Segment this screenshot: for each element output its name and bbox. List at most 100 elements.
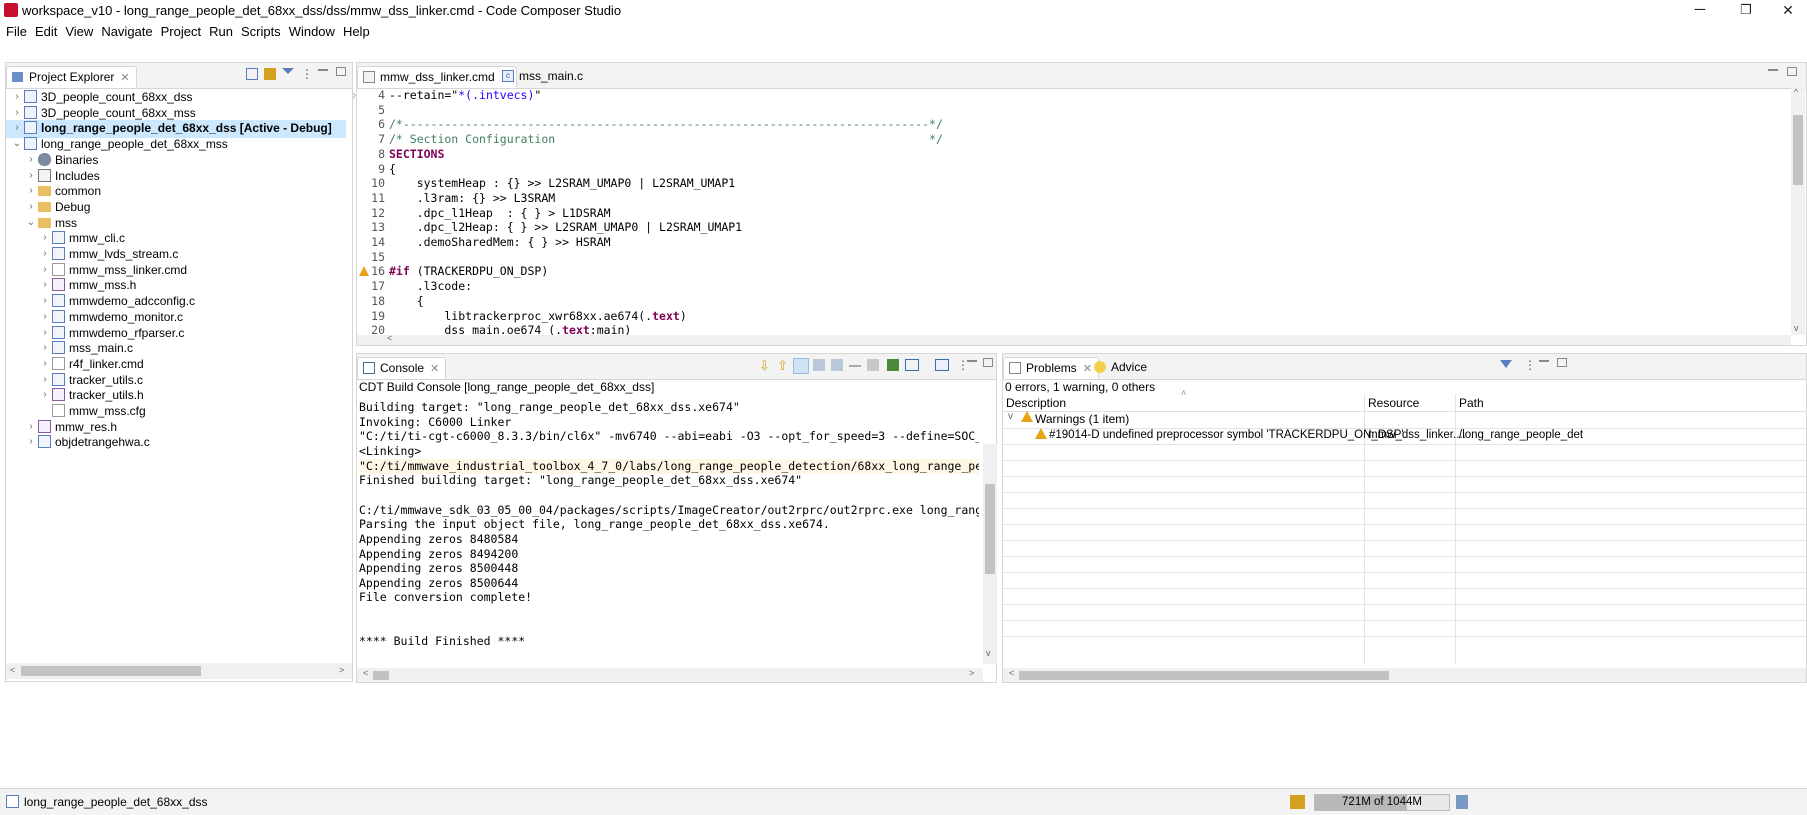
scroll-right-icon[interactable]: > bbox=[969, 668, 974, 678]
minimize-button[interactable]: ─ bbox=[1677, 0, 1723, 22]
open-console-icon[interactable] bbox=[935, 359, 949, 371]
tab-project-explorer[interactable]: Project Explorer ✕ bbox=[6, 66, 137, 88]
code-line[interactable]: 19 libtrackerproc_xwr68xx.ae674(.text) bbox=[357, 309, 687, 324]
tab-problems[interactable]: Problems ✕ bbox=[1003, 357, 1099, 379]
chevron-right-icon[interactable]: › bbox=[40, 340, 50, 356]
code-line[interactable]: 14 .demoSharedMem: { } >> HSRAM bbox=[357, 235, 610, 250]
chevron-right-icon[interactable]: › bbox=[40, 262, 50, 278]
new-console-icon[interactable] bbox=[887, 359, 899, 371]
chevron-right-icon[interactable]: › bbox=[26, 183, 36, 199]
link-editor-icon[interactable] bbox=[264, 68, 276, 80]
collapse-all-icon[interactable] bbox=[246, 68, 258, 80]
code-line[interactable]: 4 --retain="*(.intvecs)" bbox=[357, 88, 541, 103]
scroll-down-icon[interactable]: v bbox=[986, 648, 991, 658]
menu-scripts[interactable]: Scripts bbox=[237, 22, 285, 41]
scrollbar-thumb[interactable] bbox=[1019, 671, 1389, 680]
menu-navigate[interactable]: Navigate bbox=[97, 22, 156, 41]
close-icon[interactable]: ✕ bbox=[430, 362, 439, 375]
scrollbar-thumb[interactable] bbox=[985, 484, 995, 574]
chevron-down-icon[interactable]: ⌄ bbox=[26, 215, 36, 231]
menu-window[interactable]: Window bbox=[285, 22, 339, 41]
minimize-view-icon[interactable] bbox=[1539, 360, 1549, 362]
code-line[interactable]: 11 .l3ram: {} >> L3SRAM bbox=[357, 191, 555, 206]
code-line[interactable]: 9{ bbox=[357, 162, 396, 177]
code-line[interactable]: 6 /*-------------------------------------… bbox=[357, 117, 943, 132]
heap-status[interactable]: 721M of 1044M bbox=[1314, 794, 1450, 811]
scroll-up-icon[interactable]: ^ bbox=[1794, 87, 1798, 97]
scroll-right-icon[interactable]: > bbox=[339, 665, 344, 675]
code-line[interactable]: 16 #if (TRACKERDPU_ON_DSP) bbox=[357, 264, 548, 279]
console-horizontal-scrollbar[interactable]: < > bbox=[357, 668, 983, 682]
tab-mmw-dss-linker[interactable]: mmw_dss_linker.cmd✕ bbox=[357, 66, 517, 88]
next-problem-icon[interactable]: ⇩ bbox=[759, 358, 770, 374]
chevron-right-icon[interactable]: › bbox=[40, 293, 50, 309]
editor-horizontal-scrollbar[interactable]: < bbox=[357, 333, 1791, 345]
warning-icon[interactable] bbox=[359, 266, 369, 277]
chevron-right-icon[interactable]: › bbox=[40, 325, 50, 341]
close-icon[interactable]: ✕ bbox=[120, 71, 129, 84]
clear-console-icon[interactable] bbox=[867, 359, 879, 371]
tab-mss-main[interactable]: c mss_main.c bbox=[497, 66, 589, 88]
close-button[interactable]: ✕ bbox=[1765, 0, 1807, 22]
minimize-view-icon[interactable] bbox=[318, 69, 328, 71]
tab-advice[interactable]: Advice bbox=[1089, 357, 1153, 379]
chevron-right-icon[interactable]: › bbox=[12, 89, 22, 105]
chevron-right-icon[interactable]: › bbox=[40, 356, 50, 372]
server-icon[interactable] bbox=[1290, 795, 1305, 809]
view-menu-icon[interactable]: ⋮ bbox=[1524, 358, 1536, 372]
word-wrap-icon[interactable] bbox=[849, 359, 861, 367]
tree-item[interactable]: › objdetrangehwa.c bbox=[6, 434, 346, 452]
warnings-group[interactable]: Warnings (1 item) bbox=[1035, 412, 1129, 426]
menu-file[interactable]: File bbox=[0, 22, 31, 41]
scroll-down-icon[interactable]: v bbox=[1794, 323, 1799, 333]
scroll-left-icon[interactable]: < bbox=[387, 333, 392, 343]
menu-help[interactable]: Help bbox=[339, 22, 374, 41]
garbage-collect-icon[interactable] bbox=[1456, 795, 1468, 809]
chevron-down-icon[interactable]: ⌄ bbox=[12, 136, 22, 152]
code-line[interactable]: 18 { bbox=[357, 294, 423, 309]
code-line[interactable]: 17 .l3code: bbox=[357, 279, 472, 294]
chevron-right-icon[interactable]: › bbox=[26, 199, 36, 215]
menu-project[interactable]: Project bbox=[157, 22, 205, 41]
chevron-right-icon[interactable]: › bbox=[40, 387, 50, 403]
chevron-right-icon[interactable]: › bbox=[40, 372, 50, 388]
chevron-right-icon[interactable]: › bbox=[40, 246, 50, 262]
code-line[interactable]: 5 bbox=[357, 103, 389, 118]
editor-vertical-scrollbar[interactable]: ^ v bbox=[1791, 87, 1805, 335]
scroll-left-icon[interactable]: < bbox=[1009, 668, 1014, 678]
scroll-lock-icon[interactable] bbox=[793, 358, 809, 374]
problem-resource[interactable]: mmw_dss_linker.... bbox=[1368, 429, 1466, 441]
chevron-right-icon[interactable]: › bbox=[40, 230, 50, 246]
expand-icon[interactable]: v bbox=[1008, 411, 1013, 422]
scrollbar-thumb[interactable] bbox=[1793, 115, 1803, 185]
chevron-right-icon[interactable]: › bbox=[26, 152, 36, 168]
scrollbar-thumb[interactable] bbox=[373, 671, 389, 680]
maximize-view-icon[interactable] bbox=[1557, 358, 1567, 367]
tab-console[interactable]: Console ✕ bbox=[357, 357, 447, 379]
view-menu-icon[interactable]: ⋮ bbox=[301, 67, 313, 81]
display-console-icon[interactable] bbox=[905, 359, 919, 371]
menu-view[interactable]: View bbox=[61, 22, 97, 41]
problem-description[interactable]: #19014-D undefined preprocessor symbol '… bbox=[1049, 429, 1404, 441]
problem-path[interactable]: /long_range_people_det bbox=[1459, 429, 1807, 441]
code-line[interactable]: 7 /* Section Configuration */ bbox=[357, 132, 943, 147]
menu-run[interactable]: Run bbox=[205, 22, 237, 41]
menu-edit[interactable]: Edit bbox=[31, 22, 61, 41]
show-console-icon[interactable] bbox=[813, 359, 825, 371]
column-resource[interactable]: Resource bbox=[1368, 396, 1419, 410]
chevron-right-icon[interactable]: › bbox=[12, 105, 22, 121]
tree-horizontal-scrollbar[interactable]: < > bbox=[6, 663, 352, 679]
scroll-left-icon[interactable]: < bbox=[10, 665, 15, 675]
scroll-left-icon[interactable]: < bbox=[363, 668, 368, 678]
filter-icon[interactable] bbox=[1500, 360, 1512, 368]
chevron-right-icon[interactable]: › bbox=[26, 419, 36, 435]
code-line[interactable]: 12 .dpc_l1Heap : { } > L1DSRAM bbox=[357, 206, 610, 221]
code-line[interactable]: 10 systemHeap : {} >> L2SRAM_UMAP0 | L2S… bbox=[357, 176, 735, 191]
minimize-view-icon[interactable] bbox=[1768, 69, 1778, 71]
pin-console-icon[interactable] bbox=[831, 359, 843, 371]
maximize-view-icon[interactable] bbox=[336, 67, 346, 76]
chevron-right-icon[interactable]: › bbox=[40, 277, 50, 293]
code-editor[interactable]: 4 --retain="*(.intvecs)" 5 6 /*-------------… bbox=[357, 88, 1787, 337]
column-path[interactable]: Path bbox=[1459, 396, 1484, 410]
maximize-view-icon[interactable] bbox=[1787, 67, 1797, 76]
